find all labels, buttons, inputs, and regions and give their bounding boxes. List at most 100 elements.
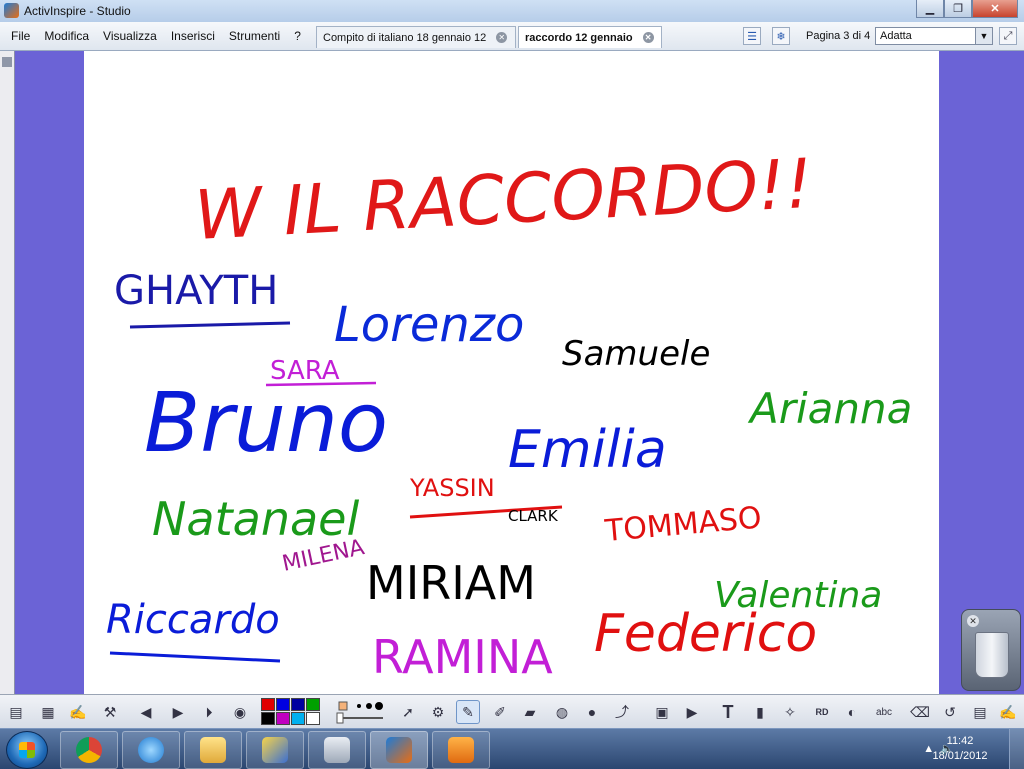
dual-user-icon[interactable]: ✍ <box>996 700 1020 724</box>
menu-inserisci[interactable]: Inserisci <box>164 29 222 43</box>
clock-date: 18/01/2012 <box>932 750 988 762</box>
name-federico: Federico <box>594 604 817 664</box>
trash-bin[interactable]: ✕ <box>961 609 1021 691</box>
main-menu-icon[interactable]: ▤ <box>4 700 28 724</box>
tab-close-icon[interactable]: ✕ <box>496 32 508 43</box>
name-tommaso: TOMMASO <box>603 500 763 549</box>
video-icon[interactable]: ▶ <box>680 700 704 724</box>
globe-icon[interactable]: ◐ <box>840 700 864 724</box>
taskbar-activinspire[interactable] <box>370 731 428 769</box>
handwriting-icon[interactable]: abc <box>872 700 896 724</box>
pen-width-slider[interactable] <box>333 700 387 724</box>
ink-layer: W IL RACCORDO!! GHAYTH Lorenzo Samuele S… <box>106 145 912 684</box>
taskbar-chrome[interactable] <box>60 731 118 769</box>
text-icon[interactable]: T <box>716 700 740 724</box>
clock-time: 11:42 <box>946 735 974 747</box>
menu-modifica[interactable]: Modifica <box>37 29 96 43</box>
shape-icon[interactable]: ● <box>580 700 604 724</box>
highlighter-icon[interactable]: ✐ <box>488 700 512 724</box>
read-icon[interactable]: RD <box>810 700 834 724</box>
tab-label: raccordo 12 gennaio <box>525 31 633 44</box>
swatch-magenta[interactable] <box>276 712 290 725</box>
clock[interactable]: 11:42 18/01/2012 <box>930 734 990 764</box>
folder-icon <box>200 737 226 763</box>
prev-page-icon[interactable]: ◀ <box>134 700 158 724</box>
eraser-icon[interactable]: ▰ <box>518 700 542 724</box>
play-icon[interactable]: ⏵ <box>197 700 221 724</box>
revealer-icon[interactable]: ▣ <box>650 700 674 724</box>
main-toolbox: ▤ ▦ ✍ ⚒ ◀ ▶ ⏵ ◉ ➚ ⚙ ✎ ✐ ▰ ◍ ● ⤴ ▣ ▶ T ▮ … <box>0 694 1024 729</box>
flipchart-canvas[interactable]: W IL RACCORDO!! GHAYTH Lorenzo Samuele S… <box>84 51 939 694</box>
calculator-icon <box>324 737 350 763</box>
tab-label: Compito di italiano 18 gennaio 12 <box>323 31 487 44</box>
taskbar: ▲ 🔈 11:42 18/01/2012 <box>0 728 1024 769</box>
underline <box>129 321 291 329</box>
menu-visualizza[interactable]: Visualizza <box>96 29 164 43</box>
fill-icon[interactable]: ◍ <box>550 700 574 724</box>
tab-compito-italiano[interactable]: Compito di italiano 18 gennaio 12 ✕ <box>316 26 516 48</box>
title-bar: ActivInspire - Studio ▁ ❐ ✕ <box>0 0 1024 23</box>
maximize-button[interactable]: ❐ <box>944 0 972 18</box>
taskbar-calculator[interactable] <box>308 731 366 769</box>
menu-file[interactable]: File <box>4 29 37 43</box>
name-arianna: Arianna <box>747 384 912 433</box>
name-samuele: Samuele <box>562 334 710 374</box>
zoom-select[interactable]: Adatta ▼ <box>875 27 993 45</box>
heading-text: W IL RACCORDO!! <box>193 145 815 256</box>
fullscreen-icon[interactable]: ⤢ <box>999 27 1017 45</box>
taskbar-internet-explorer[interactable] <box>122 731 180 769</box>
taskbar-paint[interactable] <box>246 731 304 769</box>
internet-explorer-icon <box>138 737 164 763</box>
swatch-navy[interactable] <box>291 698 305 711</box>
tab-close-icon[interactable]: ✕ <box>642 32 654 43</box>
show-desktop-button[interactable] <box>1009 729 1024 769</box>
panel-handle-icon[interactable] <box>2 57 12 67</box>
swatch-red[interactable] <box>261 698 275 711</box>
name-clark: CLARK <box>508 507 559 525</box>
clear-icon[interactable]: ⌫ <box>908 700 932 724</box>
tab-raccordo[interactable]: raccordo 12 gennaio ✕ <box>518 26 662 48</box>
pen-icon[interactable]: ✎ <box>456 700 480 724</box>
menu-help[interactable]: ? <box>287 29 308 43</box>
tools-icon[interactable]: ⚒ <box>98 700 122 724</box>
desktop-tools-icon[interactable]: ⚙ <box>426 700 450 724</box>
name-lorenzo: Lorenzo <box>334 297 524 353</box>
windows-logo-icon <box>19 742 35 758</box>
close-icon[interactable]: ✕ <box>967 615 979 627</box>
record-icon[interactable]: ◉ <box>228 700 252 724</box>
taskbar-explorer[interactable] <box>184 731 242 769</box>
next-page-icon[interactable]: ▶ <box>166 700 190 724</box>
chrome-icon <box>76 737 102 763</box>
swatch-green[interactable] <box>306 698 320 711</box>
close-button[interactable]: ✕ <box>972 0 1018 18</box>
underline <box>109 651 281 663</box>
activinspire-icon <box>386 737 412 763</box>
page-tools-icon[interactable]: ▤ <box>968 700 992 724</box>
swatch-black[interactable] <box>261 712 275 725</box>
name-miriam: MIRIAM <box>366 556 536 610</box>
name-bruno: Bruno <box>144 376 388 471</box>
start-button[interactable] <box>6 731 48 769</box>
taskbar-media[interactable] <box>432 731 490 769</box>
menu-strumenti[interactable]: Strumenti <box>222 29 287 43</box>
connector-icon[interactable]: ⤴ <box>610 700 634 724</box>
minimize-button[interactable]: ▁ <box>916 0 944 18</box>
undo-icon[interactable]: ↺ <box>938 700 962 724</box>
swatch-blue[interactable] <box>276 698 290 711</box>
name-ghayth: GHAYTH <box>114 268 278 314</box>
page-notes-icon[interactable]: ☰ <box>743 27 761 45</box>
select-icon[interactable]: ➚ <box>396 700 420 724</box>
color-palette[interactable] <box>261 698 320 725</box>
flipchart-browser-icon[interactable]: ▦ <box>36 700 60 724</box>
swatch-white[interactable] <box>306 712 320 725</box>
chevron-down-icon[interactable]: ▼ <box>975 28 992 44</box>
snowflake-icon[interactable]: ❄ <box>772 27 790 45</box>
swatch-cyan[interactable] <box>291 712 305 725</box>
window-title: ActivInspire - Studio <box>24 4 131 18</box>
window-controls: ▁ ❐ ✕ <box>916 0 1018 18</box>
browser-panel-strip[interactable] <box>0 51 15 694</box>
lock-icon[interactable]: ▮ <box>748 700 772 724</box>
magic-ink-icon[interactable]: ✧ <box>778 700 802 724</box>
name-yassin: YASSIN <box>409 474 495 502</box>
signature-icon[interactable]: ✍ <box>66 700 90 724</box>
